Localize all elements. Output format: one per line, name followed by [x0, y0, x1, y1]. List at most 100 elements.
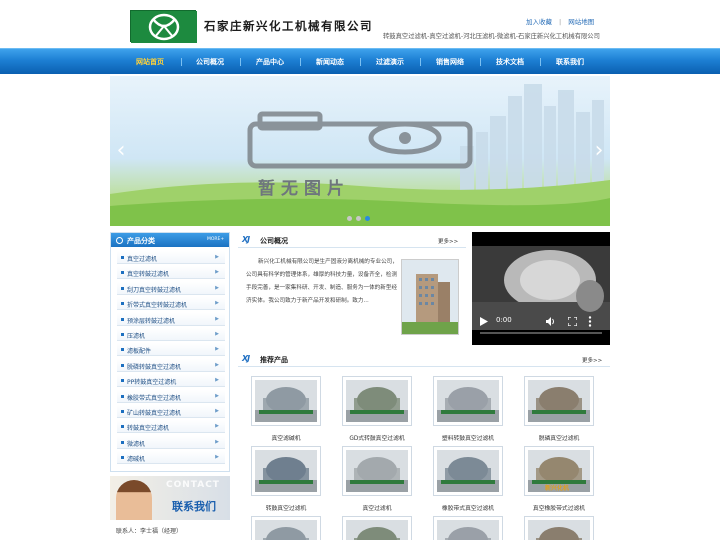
product-image[interactable] — [251, 516, 321, 540]
sidebar-category-item[interactable]: 矿山转鼓真空过滤机 ▶ — [117, 405, 225, 418]
category-label: 脱磷转鼓真空过滤机 — [127, 363, 182, 371]
bullet-icon — [121, 440, 124, 444]
volume-icon[interactable] — [546, 317, 555, 326]
contact-banner[interactable]: CONTACT 联系我们 — [110, 476, 230, 520]
product-image[interactable] — [433, 516, 503, 540]
video-time: 0:00 — [496, 316, 512, 324]
company-name: 石家庄新兴化工机械有限公司 — [204, 19, 373, 33]
sidebar-category-item[interactable]: 滤碱机 ▶ — [117, 451, 225, 465]
chevron-right-icon[interactable]: › — [592, 138, 606, 164]
product-name[interactable]: 真空过滤机 — [332, 503, 422, 512]
bullet-icon — [121, 425, 124, 429]
slide-dot[interactable] — [356, 216, 361, 221]
sidebar-category-item[interactable]: 刮刀真空转鼓过滤机 ▶ — [117, 281, 225, 295]
products-more-link[interactable]: 更多>> — [582, 356, 602, 364]
product-image[interactable] — [251, 376, 321, 426]
product-image[interactable] — [342, 446, 412, 496]
product-image[interactable] — [524, 376, 594, 426]
sidebar-category-item[interactable]: 真空转鼓过滤机 ▶ — [117, 266, 225, 280]
nav-item-sales[interactable]: 销售网络 — [436, 57, 464, 67]
product-image[interactable]: 新兴化机 — [524, 446, 594, 496]
sitemap-link[interactable]: 网站地图 — [568, 16, 594, 26]
nav-item-products[interactable]: 产品中心 — [256, 57, 284, 67]
site-header: 石家庄新兴化工机械有限公司 加入收藏 | 网站地图 转鼓真空过滤机-真空过滤机-河北… — [0, 0, 720, 48]
product-name[interactable]: 真空橡胶带式过滤机 — [514, 503, 604, 512]
product-image[interactable] — [433, 376, 503, 426]
chevron-right-icon: ▶ — [215, 361, 219, 368]
product-name[interactable]: GD式转鼓真空过滤机 — [332, 433, 422, 442]
nav-item-demo[interactable]: 过滤演示 — [376, 57, 404, 67]
product-name[interactable]: 转鼓真空过滤机 — [241, 503, 331, 512]
nav-item-docs[interactable]: 技术文档 — [496, 57, 524, 67]
bullet-icon — [121, 394, 124, 398]
header-tagline: 转鼓真空过滤机-真空过滤机-河北压滤机-微滤机-石家庄新兴化工机械有限公司 — [383, 33, 600, 40]
chevron-right-icon: ▶ — [215, 331, 219, 337]
category-label: 滤板配件 — [127, 348, 152, 356]
contact-person: 联系人：李士福（经理） — [116, 528, 183, 535]
chevron-right-icon: ▶ — [215, 269, 219, 276]
bullet-icon — [121, 348, 124, 352]
chevron-right-icon: ▶ — [215, 254, 219, 260]
nav-divider — [181, 58, 182, 66]
product-name[interactable]: 脱磷真空过滤机 — [514, 433, 604, 442]
about-text: 新兴化工机械有限公司是生产固液分离机械的专业公司，公司具有科学的管理体系，雄厚的… — [246, 259, 398, 304]
bullet-icon — [121, 363, 124, 367]
category-icon — [116, 237, 123, 244]
page: 石家庄新兴化工机械有限公司 加入收藏 | 网站地图 转鼓真空过滤机-真空过滤机-河北… — [0, 0, 720, 540]
banner-scene — [110, 84, 610, 226]
product-image[interactable] — [251, 446, 321, 496]
about-title: 公司概况 — [260, 237, 288, 245]
nav-item-about[interactable]: 公司概况 — [196, 57, 224, 67]
category-label: 矿山转鼓真空过滤机 — [127, 410, 182, 417]
category-more-link[interactable]: MORE+ — [207, 237, 224, 242]
sidebar-category-item[interactable]: 真空过滤机 ▶ — [117, 251, 225, 264]
product-image[interactable] — [342, 516, 412, 540]
sidebar-category-item[interactable]: 折带式真空转鼓过滤机 ▶ — [117, 297, 225, 311]
bullet-icon — [121, 302, 124, 306]
category-label: 折带式真空转鼓过滤机 — [127, 302, 188, 310]
sidebar-category-item[interactable]: 转鼓真空过滤机 ▶ — [117, 420, 225, 434]
product-name[interactable]: 真空滤碱机 — [241, 433, 331, 442]
banner-slider[interactable]: 暂无图片 ‹ › — [110, 76, 610, 226]
sidebar-category-item[interactable]: 脱磷转鼓真空过滤机 ▶ — [117, 358, 225, 372]
company-building-image[interactable] — [401, 259, 459, 335]
logo[interactable]: 石家庄新兴化工机械有限公司 — [130, 10, 372, 43]
nav-item-news[interactable]: 新闻动态 — [316, 57, 344, 67]
bullet-icon — [121, 271, 124, 275]
about-more-link[interactable]: 更多>> — [438, 237, 458, 245]
chevron-right-icon: ▶ — [215, 454, 219, 461]
sidebar-category-item[interactable]: PP转鼓真空过滤机 ▶ — [117, 374, 225, 388]
chevron-left-icon[interactable]: ‹ — [114, 138, 128, 164]
chevron-right-icon: ▶ — [215, 284, 219, 291]
add-favorite-link[interactable]: 加入收藏 — [526, 16, 552, 26]
nav-item-home[interactable]: 网站首页 — [136, 57, 164, 67]
product-image[interactable] — [342, 376, 412, 426]
bullet-icon — [121, 456, 124, 460]
sidebar-category-item[interactable]: 预涂层转鼓过滤机 ▶ — [117, 312, 225, 326]
nav-divider — [540, 58, 541, 66]
banner-placeholder-text: 暂无图片 — [258, 179, 350, 199]
fullscreen-icon[interactable] — [568, 317, 577, 326]
nav-item-contact[interactable]: 联系我们 — [556, 57, 584, 67]
product-name[interactable]: 橡胶带式真空过滤机 — [423, 503, 513, 512]
category-label: 压滤机 — [127, 333, 146, 340]
product-name[interactable]: 塑料转鼓真空过滤机 — [423, 433, 513, 442]
slide-dot[interactable] — [347, 216, 352, 221]
sidebar-category-item[interactable]: 橡胶带式真空过滤机 ▶ — [117, 389, 225, 403]
slide-dot-active[interactable] — [365, 216, 370, 221]
chevron-right-icon: ▶ — [215, 438, 219, 445]
video-progress-bar[interactable] — [480, 332, 602, 334]
section-logo: XJ — [242, 354, 250, 363]
play-icon[interactable] — [480, 317, 488, 326]
sidebar-category-item[interactable]: 滤板配件 ▶ — [117, 343, 225, 357]
sidebar-category-item[interactable]: 微滤机 ▶ — [117, 435, 225, 449]
more-vert-icon[interactable] — [588, 316, 592, 327]
chevron-right-icon: ▶ — [215, 315, 219, 322]
nav-divider — [300, 58, 301, 66]
product-image[interactable] — [433, 446, 503, 496]
product-image[interactable] — [524, 516, 594, 540]
sidebar-category-item[interactable]: 压滤机 ▶ — [117, 328, 225, 341]
section-logo: XJ — [242, 235, 250, 244]
top-links: 加入收藏 | 网站地图 — [526, 16, 594, 26]
video-player[interactable]: 0:00 — [472, 232, 610, 345]
